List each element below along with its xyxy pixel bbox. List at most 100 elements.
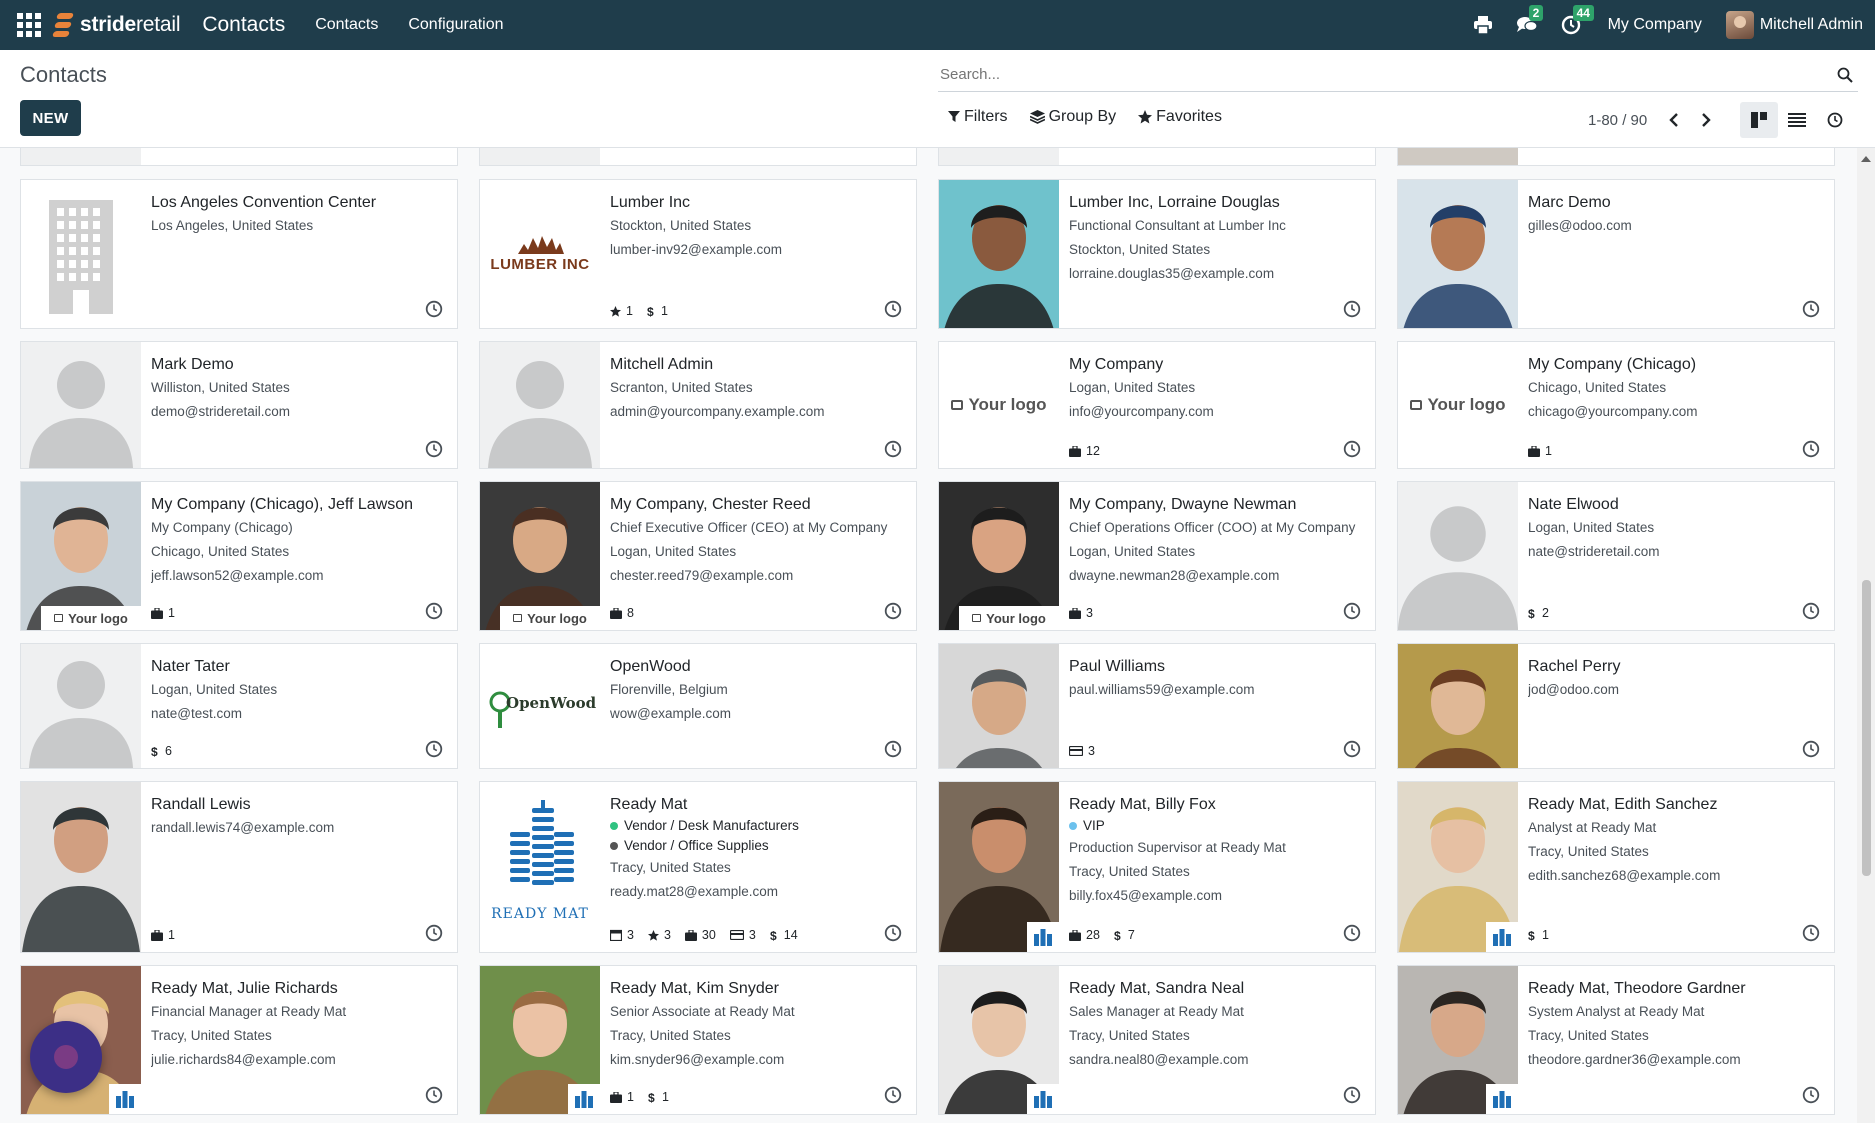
case-stat[interactable]: 1: [151, 928, 175, 942]
calendar-stat[interactable]: 3: [610, 928, 634, 942]
activity-clock-icon[interactable]: [884, 924, 902, 942]
groupby-button[interactable]: Group By: [1029, 108, 1116, 126]
activity-clock-icon[interactable]: [884, 300, 902, 318]
company-switcher[interactable]: My Company: [1608, 16, 1702, 34]
print-icon[interactable]: [1472, 14, 1494, 36]
kanban-card[interactable]: READY MAT Ready Mat Vendor / Desk Manufact…: [479, 781, 917, 953]
scroll-up-icon[interactable]: [1861, 156, 1871, 162]
contact-name[interactable]: Randall Lewis: [151, 794, 447, 816]
kanban-card[interactable]: Ready Mat, Billy Fox VIP Production Superv…: [938, 781, 1376, 953]
kanban-card[interactable]: Your logo My Company, Dwayne Newman Chief …: [938, 481, 1376, 631]
kanban-card[interactable]: Your logo My Company Logan, United States i…: [938, 341, 1376, 469]
favorites-button[interactable]: Favorites: [1138, 108, 1222, 126]
activity-clock-icon[interactable]: [1802, 300, 1820, 318]
scroll-thumb[interactable]: [1862, 580, 1871, 876]
activity-view-icon[interactable]: [1816, 102, 1854, 138]
contact-name[interactable]: Ready Mat, Billy Fox: [1069, 794, 1365, 816]
kanban-card[interactable]: Your logo My Company, Chester Reed Chief E…: [479, 481, 917, 631]
kanban-card[interactable]: Your logo My Company (Chicago) Chicago, Un…: [1397, 341, 1835, 469]
contact-name[interactable]: Mitchell Admin: [610, 354, 906, 376]
contact-name[interactable]: Lumber Inc: [610, 192, 906, 214]
contact-name[interactable]: Ready Mat, Julie Richards: [151, 978, 447, 1000]
activity-clock-icon[interactable]: [884, 1086, 902, 1104]
activity-clock-icon[interactable]: [1343, 924, 1361, 942]
dollar-stat[interactable]: $14: [770, 928, 798, 942]
contact-name[interactable]: Los Angeles Convention Center: [151, 192, 447, 214]
contact-name[interactable]: Lumber Inc, Lorraine Douglas: [1069, 192, 1365, 214]
messages-icon[interactable]: 2: [1516, 5, 1544, 36]
activity-clock-icon[interactable]: [425, 602, 443, 620]
kanban-card-partial[interactable]: [1397, 148, 1835, 166]
kanban-card[interactable]: Nate Elwood Logan, United States nate@stri…: [1397, 481, 1835, 631]
dollar-stat[interactable]: $6: [151, 744, 172, 758]
activity-clock-icon[interactable]: [425, 924, 443, 942]
brand-logo[interactable]: strideretail: [51, 11, 181, 39]
contact-name[interactable]: Ready Mat, Edith Sanchez: [1528, 794, 1824, 816]
case-stat[interactable]: 1: [1528, 444, 1552, 458]
kanban-card[interactable]: Mark Demo Williston, United States demo@st…: [20, 341, 458, 469]
kanban-card[interactable]: Ready Mat, Theodore Gardner System Analys…: [1397, 965, 1835, 1115]
contact-name[interactable]: Nate Elwood: [1528, 494, 1824, 516]
contact-name[interactable]: Rachel Perry: [1528, 656, 1824, 678]
contact-name[interactable]: My Company (Chicago), Jeff Lawson: [151, 494, 447, 516]
kanban-card-partial[interactable]: [479, 148, 917, 166]
contact-name[interactable]: Mark Demo: [151, 354, 447, 376]
activity-clock-icon[interactable]: [884, 602, 902, 620]
contact-name[interactable]: Paul Williams: [1069, 656, 1365, 678]
activity-clock-icon[interactable]: [1343, 602, 1361, 620]
kanban-card[interactable]: Marc Demo gilles@odoo.com: [1397, 179, 1835, 329]
kanban-card-partial[interactable]: [20, 148, 458, 166]
search-icon[interactable]: [1834, 64, 1856, 86]
kanban-view-icon[interactable]: [1740, 102, 1778, 138]
kanban-card-partial[interactable]: [938, 148, 1376, 166]
dollar-stat[interactable]: $1: [648, 1090, 669, 1104]
kanban-card[interactable]: OpenWood OpenWood Florenville, Belgium wow@…: [479, 643, 917, 769]
activity-clock-icon[interactable]: [425, 1086, 443, 1104]
contact-name[interactable]: Nater Tater: [151, 656, 447, 678]
contact-name[interactable]: Ready Mat, Theodore Gardner: [1528, 978, 1824, 1000]
apps-menu-icon[interactable]: [16, 12, 42, 38]
kanban-card[interactable]: Nater Tater Logan, United States nate@test…: [20, 643, 458, 769]
dollar-stat[interactable]: $1: [647, 304, 668, 318]
activity-clock-icon[interactable]: [1343, 440, 1361, 458]
kanban-card[interactable]: Paul Williams paul.williams59@example.com…: [938, 643, 1376, 769]
kanban-card[interactable]: Ready Mat, Edith Sanchez Analyst at Ready…: [1397, 781, 1835, 953]
activity-clock-icon[interactable]: [1802, 740, 1820, 758]
case-stat[interactable]: 28: [1069, 928, 1100, 942]
activity-clock-icon[interactable]: [884, 740, 902, 758]
activity-clock-icon[interactable]: [1343, 1086, 1361, 1104]
pager-previous-icon[interactable]: [1661, 108, 1687, 132]
menu-configuration[interactable]: Configuration: [408, 16, 503, 34]
contact-name[interactable]: Ready Mat, Kim Snyder: [610, 978, 906, 1000]
contact-name[interactable]: Marc Demo: [1528, 192, 1824, 214]
kanban-card[interactable]: Lumber Inc, Lorraine Douglas Functional C…: [938, 179, 1376, 329]
activity-clock-icon[interactable]: [425, 740, 443, 758]
kanban-card[interactable]: Ready Mat, Sandra Neal Sales Manager at R…: [938, 965, 1376, 1115]
pager-next-icon[interactable]: [1693, 108, 1719, 132]
case-stat[interactable]: 8: [610, 606, 634, 620]
kanban-card[interactable]: Mitchell Admin Scranton, United States adm…: [479, 341, 917, 469]
contact-name[interactable]: Ready Mat, Sandra Neal: [1069, 978, 1365, 1000]
activities-icon[interactable]: 44: [1560, 5, 1594, 36]
contact-name[interactable]: My Company, Chester Reed: [610, 494, 906, 516]
activity-clock-icon[interactable]: [1343, 300, 1361, 318]
module-title[interactable]: Contacts: [202, 13, 285, 37]
contact-name[interactable]: My Company (Chicago): [1528, 354, 1824, 376]
search-input[interactable]: [938, 66, 1834, 83]
list-view-icon[interactable]: [1778, 102, 1816, 138]
kanban-card[interactable]: Your logo My Company (Chicago), Jeff Laws…: [20, 481, 458, 631]
kanban-card[interactable]: Rachel Perry jod@odoo.com: [1397, 643, 1835, 769]
contact-name[interactable]: My Company: [1069, 354, 1365, 376]
contact-name[interactable]: Ready Mat: [610, 794, 906, 816]
case-stat[interactable]: 12: [1069, 444, 1100, 458]
filters-button[interactable]: Filters: [948, 108, 1008, 126]
kanban-card[interactable]: Randall Lewis randall.lewis74@example.com…: [20, 781, 458, 953]
activity-clock-icon[interactable]: [1802, 440, 1820, 458]
star-stat[interactable]: 1: [610, 304, 633, 318]
floating-assistant-button[interactable]: [30, 1021, 102, 1093]
activity-clock-icon[interactable]: [1802, 602, 1820, 620]
user-menu[interactable]: Mitchell Admin: [1725, 11, 1863, 39]
new-button[interactable]: NEW: [20, 100, 81, 136]
star-stat[interactable]: 3: [647, 928, 671, 942]
contact-name[interactable]: OpenWood: [610, 656, 906, 678]
